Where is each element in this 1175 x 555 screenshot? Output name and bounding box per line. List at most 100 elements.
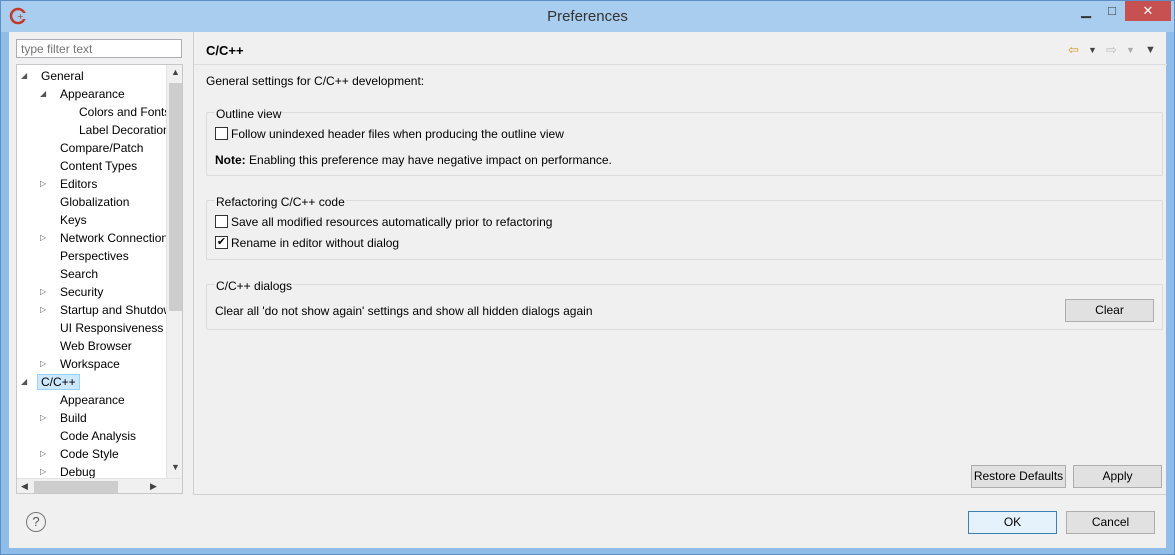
tree-item[interactable]: Search	[60, 265, 98, 283]
tree-item[interactable]: Label Decorations	[79, 121, 176, 139]
tree-vertical-scrollbar[interactable]: ▲ ▼	[166, 65, 182, 478]
tree-item-label: Content Types	[60, 159, 138, 173]
window-title: Preferences	[547, 8, 628, 25]
dialog-client-area: ◢ General ◢ Appearance Colors and Fonts Label…	[9, 32, 1167, 548]
tree-expand-toggle-icon[interactable]: ▷	[40, 355, 46, 373]
tree-item[interactable]: Startup and Shutdown	[60, 301, 179, 319]
tree-horizontal-scroll-thumb[interactable]	[34, 481, 118, 493]
refactoring-group	[206, 200, 1163, 260]
tree-item-label: Appearance	[60, 87, 125, 101]
tree-item-label: Startup and Shutdown	[60, 303, 179, 317]
tree-item-label: Appearance	[60, 393, 125, 407]
ok-button[interactable]: OK	[968, 511, 1057, 534]
scroll-up-icon[interactable]: ▲	[171, 67, 180, 77]
tree-expand-toggle-icon[interactable]: ▷	[40, 409, 46, 427]
tree-item-label: UI Responsiveness Monitoring	[60, 321, 182, 335]
performance-note: Note: Enabling this preference may have …	[215, 153, 612, 167]
tree-expand-toggle-icon[interactable]: ▷	[40, 283, 46, 301]
page-description: General settings for C/C++ development:	[206, 74, 425, 88]
tree-item[interactable]: Security	[60, 283, 103, 301]
tree-item-label: Debug	[60, 465, 96, 479]
tree-expand-toggle-icon[interactable]: ◢	[40, 85, 46, 103]
refactoring-label: Refactoring C/C++ code	[215, 195, 346, 209]
checkmark-icon: ✔	[216, 236, 227, 248]
tree-item[interactable]: Workspace	[60, 355, 120, 373]
forward-dropdown-icon[interactable]: ▼	[1126, 45, 1135, 55]
tree-item[interactable]: Appearance	[60, 85, 125, 103]
tree-item-label: Build	[60, 411, 87, 425]
bottom-separator	[193, 494, 1166, 495]
tree-item[interactable]: Keys	[60, 211, 87, 229]
tree-item[interactable]: Network Connections	[60, 229, 174, 247]
note-text: Enabling this preference may have negati…	[249, 153, 612, 167]
tree-item[interactable]: General	[41, 67, 84, 85]
filter-input[interactable]	[16, 39, 182, 58]
tree-item[interactable]: Content Types	[60, 157, 137, 175]
follow-unindexed-checkbox[interactable]	[215, 127, 228, 140]
rename-in-editor-checkbox[interactable]: ✔	[215, 236, 228, 249]
scroll-right-icon[interactable]: ▶	[150, 481, 157, 492]
tree-item-label: Security	[60, 285, 104, 299]
tree-expand-toggle-icon[interactable]: ▷	[40, 445, 46, 463]
clear-button[interactable]: Clear	[1065, 299, 1154, 322]
tree-item[interactable]: Appearance	[60, 391, 125, 409]
tree-item-label: Perspectives	[60, 249, 129, 263]
close-button[interactable]: ✕	[1125, 1, 1171, 21]
maximize-button[interactable]: □	[1099, 1, 1125, 21]
tree-expand-toggle-icon[interactable]: ▷	[40, 301, 46, 319]
title-separator	[194, 64, 1167, 65]
tree-item[interactable]: C/C++	[37, 373, 80, 391]
tree-item[interactable]: Globalization	[60, 193, 129, 211]
title-bar[interactable]: + Preferences ▁ □ ✕	[1, 1, 1174, 32]
tree-item-label: Code Style	[60, 447, 119, 461]
follow-unindexed-label[interactable]: Follow unindexed header files when produ…	[231, 127, 564, 141]
preferences-window: + Preferences ▁ □ ✕ ◢ General ◢ Appearance C…	[0, 0, 1175, 555]
page-title: C/C++	[206, 43, 244, 58]
tree-item[interactable]: Compare/Patch	[60, 139, 143, 157]
clear-dialogs-text: Clear all 'do not show again' settings a…	[215, 304, 593, 318]
tree-item-label: Editors	[60, 177, 98, 191]
scroll-down-icon[interactable]: ▼	[171, 462, 180, 472]
save-modified-label[interactable]: Save all modified resources automaticall…	[231, 215, 552, 229]
tree-item[interactable]: Web Browser	[60, 337, 132, 355]
note-label: Note:	[215, 153, 246, 167]
tree-expand-toggle-icon[interactable]: ◢	[21, 373, 27, 391]
apply-button[interactable]: Apply	[1073, 465, 1162, 488]
tree-item-label: Search	[60, 267, 99, 281]
tree-item-label: General	[41, 69, 84, 83]
preference-page: C/C++ ⇦ ▼ ⇨ ▼ ▼ General settings for C/C…	[193, 32, 1167, 494]
restore-defaults-button[interactable]: Restore Defaults	[971, 465, 1066, 488]
help-icon[interactable]: ?	[26, 512, 46, 532]
tree-item-label: Web Browser	[60, 339, 132, 353]
tree-item[interactable]: Colors and Fonts	[79, 103, 170, 121]
tree-item[interactable]: Perspectives	[60, 247, 129, 265]
arrow-right-icon[interactable]: ⇨	[1106, 42, 1117, 58]
scroll-left-icon[interactable]: ◀	[21, 481, 28, 492]
tree-vertical-scroll-thumb[interactable]	[169, 83, 182, 311]
tree-item-label: Label Decorations	[79, 123, 176, 137]
tree-item[interactable]: Code Style	[60, 445, 119, 463]
rename-in-editor-label[interactable]: Rename in editor without dialog	[231, 236, 399, 250]
view-menu-icon[interactable]: ▼	[1145, 44, 1156, 56]
tree-item[interactable]: Editors	[60, 175, 97, 193]
arrow-left-icon[interactable]: ⇦	[1068, 42, 1079, 58]
tree-item-label: Workspace	[60, 357, 120, 371]
preferences-tree: ◢ General ◢ Appearance Colors and Fonts Label…	[16, 64, 183, 494]
tree-item[interactable]: Code Analysis	[60, 427, 136, 445]
tree-item-label: C/C++	[37, 374, 80, 390]
outline-view-label: Outline view	[215, 107, 283, 121]
back-dropdown-icon[interactable]: ▼	[1088, 45, 1097, 55]
tree-item-label: Keys	[60, 213, 87, 227]
tree-item-label: Network Connections	[60, 231, 175, 245]
tree-expand-toggle-icon[interactable]: ▷	[40, 175, 46, 193]
tree-horizontal-scrollbar[interactable]: ◀ ▶	[17, 478, 182, 493]
save-modified-checkbox[interactable]	[215, 215, 228, 228]
tree-item-label: Compare/Patch	[60, 141, 144, 155]
tree-item-label: Globalization	[60, 195, 130, 209]
minimize-button[interactable]: ▁	[1073, 1, 1099, 21]
cancel-button[interactable]: Cancel	[1066, 511, 1155, 534]
tree-expand-toggle-icon[interactable]: ▷	[40, 229, 46, 247]
tree-expand-toggle-icon[interactable]: ◢	[21, 67, 27, 85]
tree-item[interactable]: Build	[60, 409, 87, 427]
tree-item[interactable]: UI Responsiveness Monitoring	[60, 319, 182, 337]
